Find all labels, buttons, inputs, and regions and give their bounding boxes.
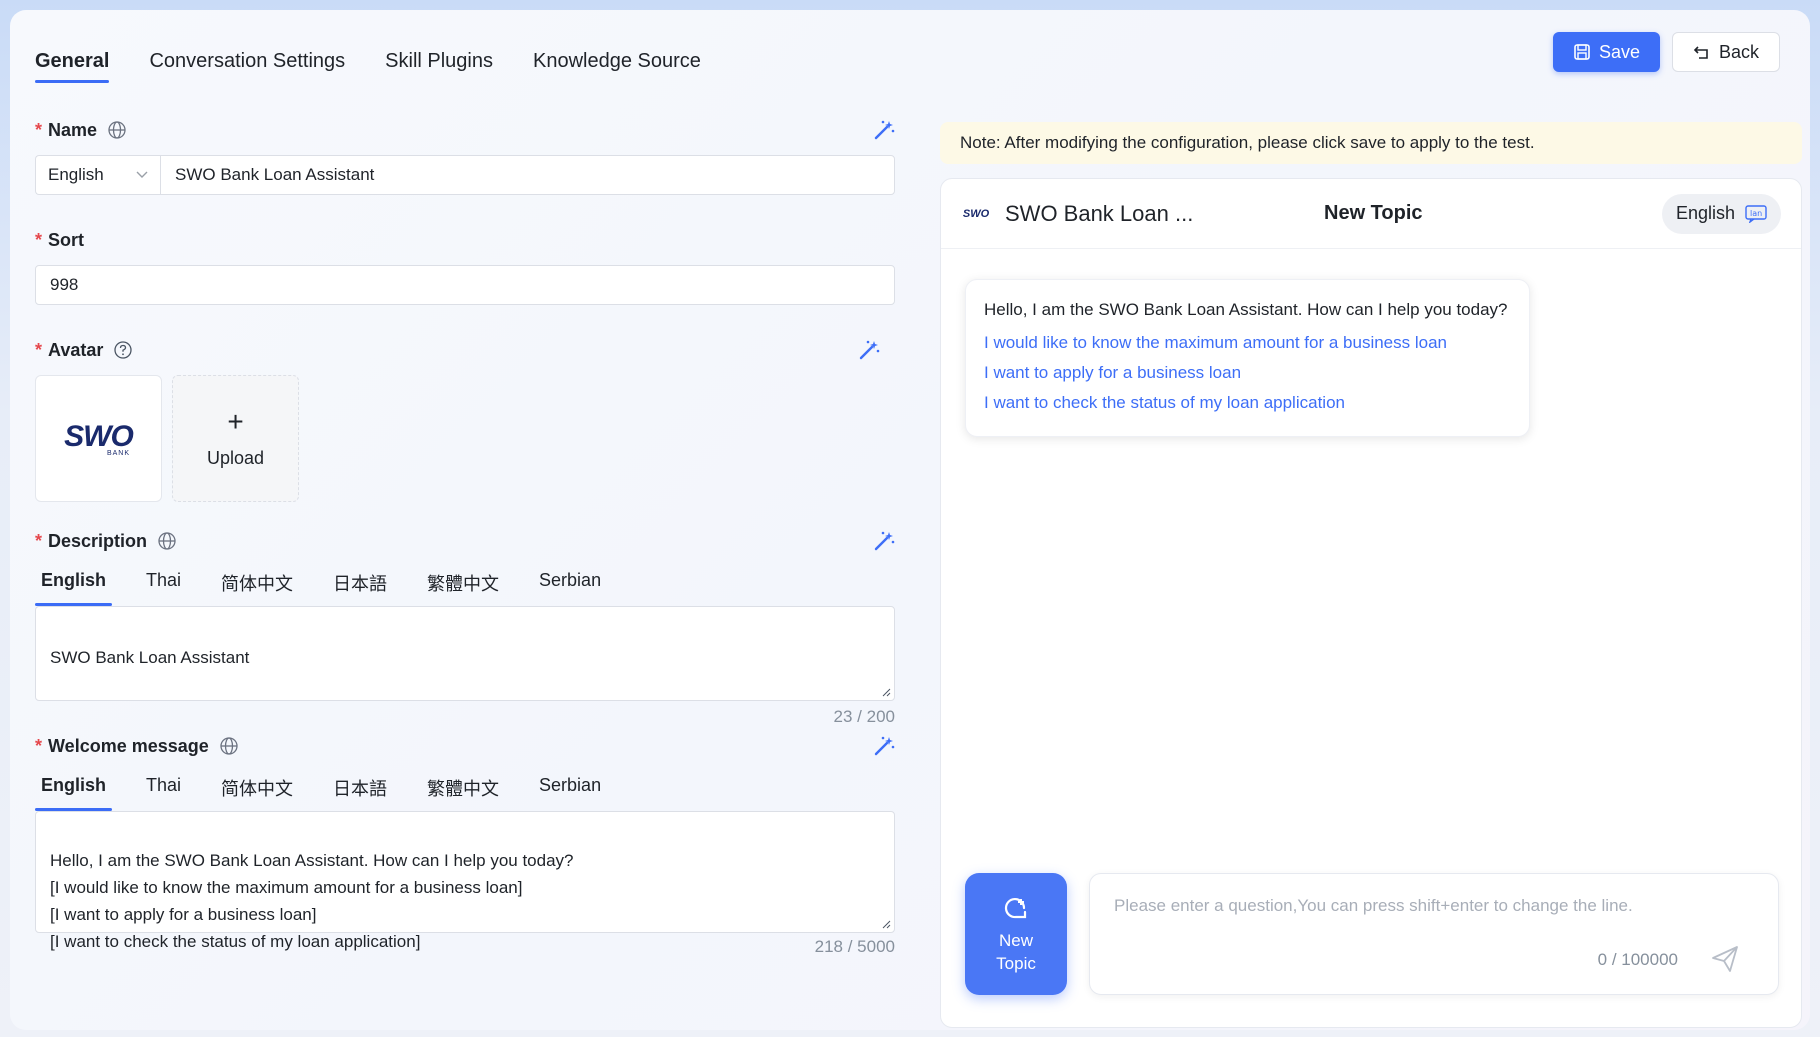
save-label: Save <box>1598 41 1640 62</box>
new-topic-line2: Topic <box>996 954 1036 973</box>
required-mark: * <box>35 530 43 551</box>
globe-icon[interactable] <box>219 736 239 756</box>
config-note: Note: After modifying the configuration,… <box>940 122 1802 164</box>
resize-handle-icon[interactable] <box>881 919 891 929</box>
lang-tab-japanese[interactable]: 日本語 <box>333 775 387 811</box>
lang-tab-simplified-chinese[interactable]: 简体中文 <box>221 775 293 811</box>
help-circle-icon[interactable] <box>113 340 133 360</box>
suggestion-link[interactable]: I would like to know the maximum amount … <box>984 328 1511 358</box>
save-button[interactable]: Save <box>1552 32 1660 72</box>
sort-label: Sort <box>48 229 85 250</box>
back-button[interactable]: Back <box>1671 32 1780 72</box>
swo-bank-logo: SWO BANK <box>64 420 134 457</box>
language-value: English <box>48 165 104 184</box>
magic-wand-icon[interactable] <box>873 735 895 757</box>
back-label: Back <box>1718 41 1759 62</box>
name-row: English SWO Bank Loan Assistant <box>35 155 895 195</box>
bot-name: SWO Bank Loan ... <box>1005 200 1194 226</box>
welcome-bubble: Hello, I am the SWO Bank Loan Assistant.… <box>965 279 1530 437</box>
avatar-label: Avatar <box>48 339 104 360</box>
avatar: SWO BANK <box>35 375 162 502</box>
lang-tab-traditional-chinese[interactable]: 繁體中文 <box>427 570 499 606</box>
bot-avatar: SWO <box>962 207 990 220</box>
top-tabs: General Conversation Settings Skill Plug… <box>35 50 701 83</box>
description-char-count: 23 / 200 <box>833 707 895 726</box>
welcome-label-row: * Welcome message <box>35 731 895 761</box>
lang-tab-serbian[interactable]: Serbian <box>539 570 601 606</box>
new-topic-line1: New <box>998 931 1033 950</box>
chat-language-switch[interactable]: English lan <box>1661 193 1781 234</box>
globe-icon[interactable] <box>107 120 127 140</box>
chat-input-count: 0 / 100000 <box>1597 950 1678 969</box>
magic-wand-icon[interactable] <box>873 530 895 552</box>
required-mark: * <box>35 339 43 360</box>
lang-tab-traditional-chinese[interactable]: 繁體中文 <box>427 775 499 811</box>
sort-input[interactable]: 998 <box>35 265 895 305</box>
lang-tab-english[interactable]: English <box>34 775 113 811</box>
tab-general[interactable]: General <box>35 50 110 83</box>
tab-knowledge-source[interactable]: Knowledge Source <box>533 50 701 83</box>
lang-tab-thai[interactable]: Thai <box>146 775 181 811</box>
welcome-label: Welcome message <box>48 735 209 756</box>
tab-skill-plugins[interactable]: Skill Plugins <box>385 50 493 83</box>
upload-label: Upload <box>206 448 265 468</box>
lang-tab-english[interactable]: English <box>34 570 113 606</box>
description-label-row: * Description <box>35 526 895 556</box>
lang-tab-thai[interactable]: Thai <box>146 570 181 606</box>
description-textarea[interactable]: SWO Bank Loan Assistant <box>35 606 895 701</box>
name-language-select[interactable]: English <box>35 155 160 195</box>
back-arrow-icon <box>1693 46 1708 59</box>
chevron-down-icon <box>136 171 148 178</box>
magic-wand-icon[interactable] <box>873 119 895 141</box>
svg-text:lan: lan <box>1750 209 1762 218</box>
description-language-tabs: English Thai 简体中文 日本語 繁體中文 Serbian <box>34 570 895 606</box>
welcome-language-tabs: English Thai 简体中文 日本語 繁體中文 Serbian <box>34 775 895 811</box>
chat-header: SWO SWO Bank Loan ... New Topic English … <box>941 179 1801 249</box>
new-chat-icon <box>1004 897 1027 919</box>
save-icon <box>1574 44 1590 60</box>
new-topic-button[interactable]: New Topic <box>965 873 1067 995</box>
tab-conversation-settings[interactable]: Conversation Settings <box>149 50 345 83</box>
upload-button[interactable]: + Upload <box>172 375 299 502</box>
description-label: Description <box>48 530 148 551</box>
chat-input-placeholder: Please enter a question,You can press sh… <box>1114 896 1633 915</box>
resize-handle-icon[interactable] <box>881 687 891 697</box>
welcome-text: Hello, I am the SWO Bank Loan Assistant.… <box>50 851 574 951</box>
sort-label-row: * Sort <box>35 225 895 255</box>
magic-wand-icon[interactable] <box>858 339 880 361</box>
top-actions: Save Back <box>1552 32 1780 72</box>
lang-tab-japanese[interactable]: 日本語 <box>333 570 387 606</box>
avatar-row: SWO BANK + Upload <box>35 375 895 502</box>
name-label: Name <box>48 119 98 140</box>
main-card: General Conversation Settings Skill Plug… <box>10 10 1810 1030</box>
plus-icon: + <box>227 406 244 437</box>
globe-icon[interactable] <box>157 531 177 551</box>
suggestion-link[interactable]: I want to check the status of my loan ap… <box>984 388 1511 418</box>
chat-topic-title: New Topic <box>1324 202 1423 224</box>
chat-preview: SWO SWO Bank Loan ... New Topic English … <box>940 178 1802 1028</box>
name-input[interactable]: SWO Bank Loan Assistant <box>160 155 895 195</box>
chat-input[interactable]: Please enter a question,You can press sh… <box>1089 873 1779 995</box>
required-mark: * <box>35 119 43 140</box>
lang-tab-serbian[interactable]: Serbian <box>539 775 601 811</box>
chat-language-label: English <box>1675 203 1735 223</box>
required-mark: * <box>35 735 43 756</box>
suggestion-link[interactable]: I want to apply for a business loan <box>984 358 1511 388</box>
language-icon: lan <box>1745 204 1767 223</box>
required-mark: * <box>35 229 43 250</box>
welcome-textarea[interactable]: Hello, I am the SWO Bank Loan Assistant.… <box>35 811 895 951</box>
lang-tab-simplified-chinese[interactable]: 简体中文 <box>221 570 293 606</box>
greeting-text: Hello, I am the SWO Bank Loan Assistant.… <box>984 300 1508 319</box>
description-text: SWO Bank Loan Assistant <box>50 648 250 667</box>
name-label-row: * Name <box>35 115 895 145</box>
avatar-label-row: * Avatar <box>35 335 880 365</box>
general-form: * Name English SWO Bank Loan Assistant *… <box>34 110 895 957</box>
send-icon[interactable] <box>1710 944 1740 974</box>
